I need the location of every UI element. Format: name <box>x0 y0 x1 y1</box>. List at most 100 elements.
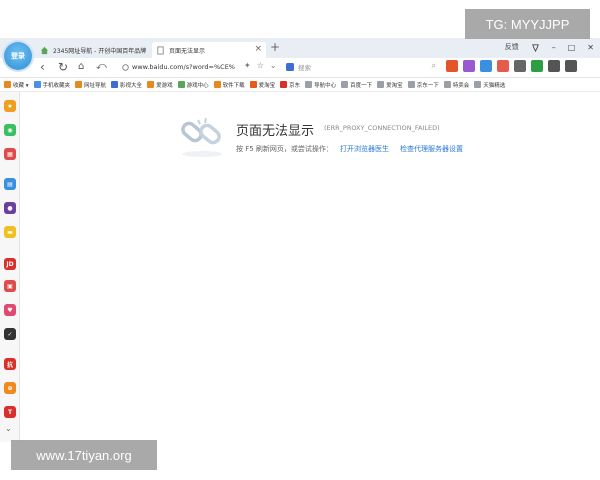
bookmark-icon <box>341 81 349 88</box>
refresh-button[interactable]: ↻ <box>58 60 68 74</box>
bookmark-icon <box>305 81 313 88</box>
watermark-top: TG: MYYJJPP <box>465 9 590 39</box>
error-code: (ERR_PROXY_CONNECTION_FAILED) <box>324 124 440 132</box>
search-icon[interactable]: ⌕ <box>432 61 436 71</box>
sidebar-app-icon[interactable]: 抗 <box>4 358 16 370</box>
page-tab-icon <box>157 45 164 55</box>
home-tab-icon <box>40 46 49 54</box>
tab-error-page[interactable]: 页面无法显示 × <box>152 42 266 58</box>
bookmark-item[interactable]: 京东 <box>280 81 300 89</box>
sidebar-app-icon[interactable]: ⊕ <box>4 382 16 394</box>
tab-title: 2345网址导航 - 开创中国百年品牌 <box>53 47 147 55</box>
bookmark-label: 爱游戏 <box>156 82 173 89</box>
open-browser-doctor-link[interactable]: 打开浏览器医生 <box>340 144 389 154</box>
bookmark-icon <box>4 81 11 88</box>
bookmark-item[interactable]: 京东一下 <box>407 81 439 89</box>
toolbar-icon[interactable] <box>514 60 526 72</box>
bookmark-icon <box>443 81 451 88</box>
bookmark-item[interactable]: 爱游戏 <box>147 81 173 89</box>
bookmark-label: 百度一下 <box>350 82 373 89</box>
bookmark-icon <box>249 81 257 88</box>
bookmark-item[interactable]: 影视大全 <box>111 81 142 89</box>
bookmark-label: 影视大全 <box>120 82 143 89</box>
bookmark-item[interactable]: 软件下载 <box>213 81 245 89</box>
bookmark-icon <box>147 81 155 88</box>
bookmark-item[interactable]: 爱淘宝 <box>377 81 403 89</box>
bookmark-item[interactable]: 网址导航 <box>75 81 106 89</box>
toolbar-icon[interactable] <box>463 60 475 72</box>
bookmark-icon <box>377 81 385 88</box>
lightning-icon[interactable]: ✦ <box>244 61 251 70</box>
dropdown-chevron-icon[interactable]: ⌄ <box>270 61 277 70</box>
close-window-button[interactable]: ✕ <box>587 43 594 52</box>
search-placeholder: 搜索 <box>298 64 311 72</box>
search-box[interactable]: 搜索 ⌕ <box>286 60 436 74</box>
maximize-button[interactable]: □ <box>568 43 576 52</box>
minimize-button[interactable]: – <box>552 43 556 52</box>
sidebar-app-icon[interactable]: ★ <box>4 100 16 112</box>
bookmark-icon <box>407 81 415 88</box>
toolbar-icon[interactable] <box>497 60 509 72</box>
tab-title: 页面无法显示 <box>169 47 206 55</box>
bookmark-item[interactable]: 爱淘宝 <box>249 81 276 89</box>
bookmark-label: 导航中心 <box>314 82 337 89</box>
back-button[interactable]: ‹ <box>40 60 45 74</box>
toolbar-icon[interactable] <box>446 60 458 72</box>
bookmark-label: 京东 <box>289 82 301 89</box>
bookmark-icon <box>177 81 185 88</box>
watermark-bottom: www.17tiyan.org <box>11 440 157 470</box>
toolbar-icon[interactable] <box>565 60 577 72</box>
error-title: 页面无法显示 <box>236 124 315 139</box>
window-controls: 反馈 – □ ✕ <box>505 42 594 52</box>
skin-icon[interactable] <box>531 43 540 52</box>
feedback-button[interactable]: 反馈 <box>505 42 519 52</box>
check-proxy-settings-link[interactable]: 检查代理服务器设置 <box>400 144 463 154</box>
sidebar-app-icon[interactable]: T <box>4 406 16 418</box>
address-actions: ✦ ☆ ⌄ <box>244 61 277 70</box>
secure-site-icon <box>122 63 129 71</box>
search-engine-icon <box>286 63 294 71</box>
sidebar-app-icon[interactable]: ▣ <box>4 280 16 292</box>
bookmark-label: 爱淘宝 <box>258 82 276 89</box>
toolbar-icon[interactable] <box>531 60 543 72</box>
bookmark-icon <box>280 81 288 88</box>
bookmark-label: 特卖会 <box>452 82 470 89</box>
bookmark-item[interactable]: 游戏中心 <box>177 81 209 89</box>
bookmark-item[interactable]: 导航中心 <box>305 81 336 89</box>
sidebar-more-icon[interactable]: ⌄ <box>5 424 12 433</box>
toolbar-icon[interactable] <box>480 60 492 72</box>
bookmark-icon <box>33 81 41 88</box>
home-icon[interactable]: ⌂ <box>78 60 84 74</box>
sidebar-app-icon[interactable]: ▦ <box>4 148 16 160</box>
bookmark-label: 手机收藏夹 <box>42 82 71 89</box>
bookmark-item[interactable]: 天猫精选 <box>474 81 505 89</box>
broken-link-icon <box>181 117 222 157</box>
undo-close-button[interactable]: ⤺ <box>96 60 107 74</box>
tab-2345-nav[interactable]: 2345网址导航 - 开创中国百年品牌 <box>36 42 150 58</box>
bookmark-icon <box>111 81 119 88</box>
bookmark-item[interactable]: 手机收藏夹 <box>33 81 71 89</box>
star-bookmark-icon[interactable]: ☆ <box>257 61 264 70</box>
bookmark-label: 游戏中心 <box>186 82 209 89</box>
new-tab-button[interactable]: + <box>270 40 280 54</box>
bookmark-label: 软件下载 <box>222 82 245 89</box>
sidebar-app-icon[interactable]: ▬ <box>4 226 16 238</box>
browser-logo-button[interactable]: 登录 <box>4 42 32 70</box>
bookmark-label: 爱淘宝 <box>386 82 403 89</box>
bookmark-item[interactable]: 收藏 ▾ <box>4 81 29 89</box>
bookmark-item[interactable]: 特卖会 <box>443 81 470 89</box>
bookmark-item[interactable]: 百度一下 <box>341 81 372 89</box>
sidebar-app-icon[interactable]: JD <box>4 258 16 270</box>
sidebar-app-icon[interactable]: ▤ <box>4 178 16 190</box>
bookmarks-bar: 收藏 ▾ 手机收藏夹 网址导航 影视大全 爱游戏 游戏中心 软件下载 爱淘宝 京东 导航中心 百度一… <box>0 78 600 92</box>
toolbar-icon[interactable] <box>548 60 560 72</box>
sidebar-app-icon[interactable]: ● <box>4 202 16 214</box>
bookmark-icon <box>213 81 221 88</box>
toolbar-icons <box>446 60 577 72</box>
left-sidebar: ★ ◉ ▦ ▤ ● ▬ JD ▣ ♥ ✓ 抗 ⊕ T <box>0 92 20 442</box>
bookmark-label: 天猫精选 <box>483 82 506 89</box>
sidebar-app-icon[interactable]: ♥ <box>4 304 16 316</box>
sidebar-app-icon[interactable]: ✓ <box>4 328 16 340</box>
sidebar-app-icon[interactable]: ◉ <box>4 124 16 136</box>
tab-close-icon[interactable]: × <box>254 44 262 54</box>
